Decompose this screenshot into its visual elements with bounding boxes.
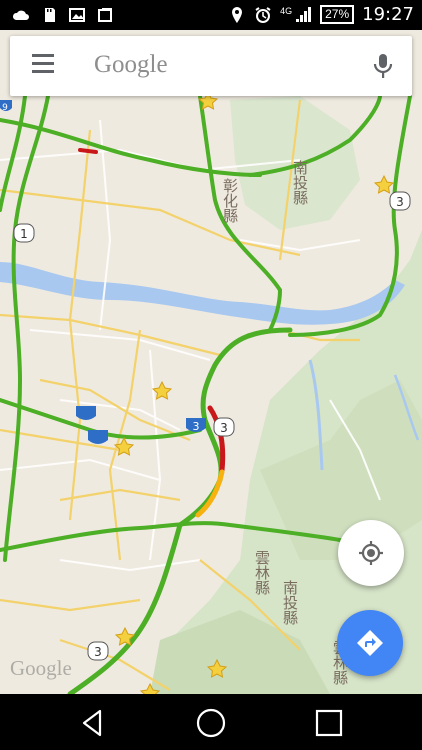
navigation-bar <box>0 694 422 750</box>
status-right: 4G 27% 19:27 <box>228 4 414 25</box>
highway-jam-n <box>78 148 98 154</box>
back-icon[interactable] <box>76 706 110 740</box>
google-watermark: Google <box>10 656 72 680</box>
clock: 19:27 <box>362 4 414 25</box>
my-location-icon <box>359 541 383 565</box>
directions-icon <box>357 630 383 656</box>
directions-button[interactable] <box>337 610 403 676</box>
mic-icon[interactable] <box>372 52 394 80</box>
county-label-changhua: 彰化縣 <box>221 177 239 223</box>
map-graphic: 1 3 3 3 3 9 南投縣 彰化縣 南投縣 雲林縣 雲林縣 <box>0 90 422 694</box>
search-bar[interactable]: Google <box>10 36 412 96</box>
highway-a <box>0 118 262 177</box>
shield-route-3-ne-label: 3 <box>396 195 404 209</box>
notification-gallery-icon <box>98 8 112 22</box>
my-location-button[interactable] <box>338 520 404 586</box>
shield-route-1: 1 <box>13 223 35 243</box>
shield-route-9: 9 <box>0 100 12 113</box>
shield-route-3-south-label: 3 <box>94 645 102 659</box>
home-icon[interactable] <box>194 706 228 740</box>
location-pin-icon <box>232 6 243 23</box>
notification-image-icon <box>69 8 85 22</box>
poi-star <box>151 380 173 400</box>
shield-national-1b <box>88 430 108 444</box>
map-canvas[interactable]: 1 3 3 3 3 9 南投縣 彰化縣 南投縣 雲林縣 雲林縣 <box>0 30 422 694</box>
signal-icon <box>296 6 312 22</box>
shield-route-9-label: 9 <box>2 103 8 113</box>
recents-icon[interactable] <box>312 706 346 740</box>
status-left <box>12 6 114 24</box>
notification-sd-icon <box>45 8 55 22</box>
shield-route-1-label: 1 <box>20 227 28 241</box>
status-bar: 4G 27% 19:27 <box>0 0 422 30</box>
search-input[interactable]: Google <box>94 51 168 79</box>
county-label-yunlin: 雲林縣 <box>253 550 271 595</box>
shield-route-3-ne: 3 <box>389 191 411 211</box>
county-label-nantou-south: 南投縣 <box>281 580 299 625</box>
shield-national-3-label: 3 <box>193 420 200 433</box>
notification-cloud-icon <box>12 10 29 20</box>
alarm-icon <box>255 6 271 23</box>
shield-national-1a <box>76 406 96 420</box>
menu-icon[interactable] <box>32 54 54 76</box>
shield-route-3-mid: 3 <box>213 417 235 437</box>
shield-route-3-south: 3 <box>87 641 109 661</box>
river <box>0 262 405 325</box>
shield-route-3-mid-label: 3 <box>220 421 228 435</box>
county-label-nantou-north: 南投縣 <box>291 160 309 205</box>
poi-star <box>373 174 395 194</box>
network-type: 4G <box>280 5 293 16</box>
battery-indicator: 27% <box>320 5 355 24</box>
